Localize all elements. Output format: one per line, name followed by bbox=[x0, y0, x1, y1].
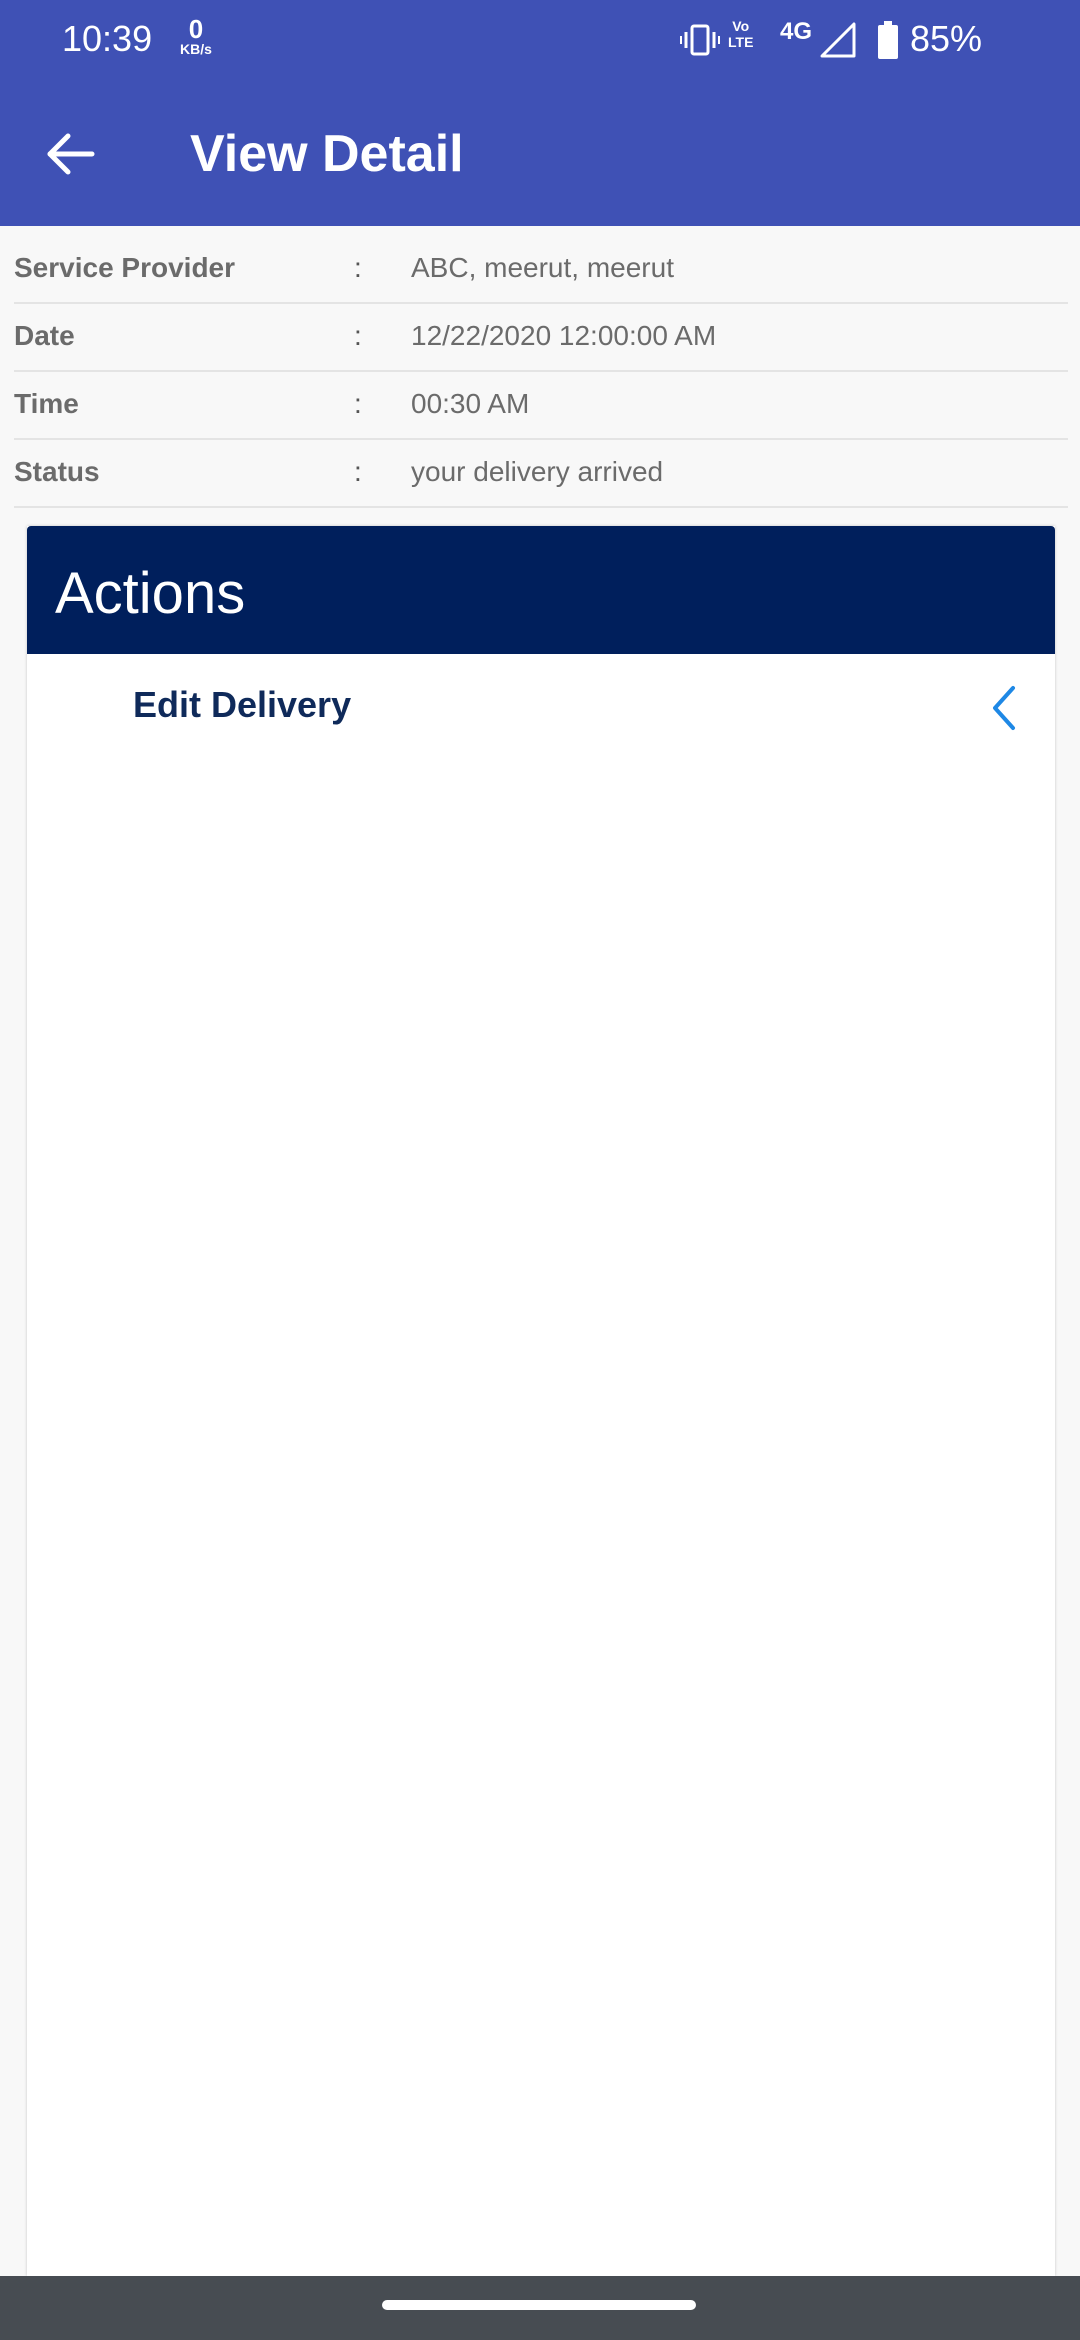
detail-value: your delivery arrived bbox=[411, 456, 664, 487]
actions-title: Actions bbox=[55, 561, 246, 626]
detail-separator: : bbox=[354, 252, 362, 283]
system-nav-bar bbox=[0, 2276, 1080, 2340]
edit-delivery-action[interactable]: Edit Delivery bbox=[27, 654, 1055, 764]
chevron-left-icon bbox=[993, 686, 1015, 730]
network-speed: 0 KB/s bbox=[176, 16, 216, 56]
battery-icon bbox=[878, 21, 898, 59]
actions-card: Actions Edit Delivery bbox=[27, 526, 1055, 2276]
detail-value: 12/22/2020 12:00:00 AM bbox=[411, 320, 717, 351]
volte-bottom: LTE bbox=[728, 34, 754, 50]
page-title: View Detail bbox=[190, 125, 464, 183]
network-speed-value: 0 bbox=[188, 14, 204, 44]
detail-value: ABC, meerut, meerut bbox=[411, 252, 674, 283]
status-icons: Vo LTE 4G 85% bbox=[680, 0, 1080, 82]
network-speed-unit: KB/s bbox=[180, 41, 212, 57]
edit-delivery-label: Edit Delivery bbox=[133, 684, 352, 725]
detail-separator: : bbox=[354, 456, 362, 487]
detail-label: Status bbox=[14, 456, 100, 487]
status-bar: 10:39 0 KB/s Vo LTE 4G 85% bbox=[0, 0, 1080, 82]
volte-top: Vo bbox=[732, 18, 750, 34]
detail-value: 00:30 AM bbox=[411, 388, 530, 419]
detail-row-service-provider: Service Provider : ABC, meerut, meerut bbox=[14, 234, 1068, 304]
network-type: 4G bbox=[780, 18, 813, 45]
vibrate-icon bbox=[680, 24, 720, 56]
detail-row-time: Time : 00:30 AM bbox=[14, 370, 1068, 440]
signal-icon bbox=[820, 22, 856, 58]
detail-row-date: Date : 12/22/2020 12:00:00 AM bbox=[14, 302, 1068, 372]
arrow-left-icon bbox=[47, 133, 95, 175]
detail-label: Date bbox=[14, 320, 75, 351]
status-time: 10:39 bbox=[62, 18, 153, 59]
home-gesture-handle[interactable] bbox=[382, 2300, 696, 2310]
detail-row-status: Status : your delivery arrived bbox=[14, 438, 1068, 508]
detail-label: Time bbox=[14, 388, 79, 419]
back-button[interactable] bbox=[38, 122, 102, 186]
detail-separator: : bbox=[354, 320, 362, 351]
battery-percent: 85% bbox=[910, 18, 983, 59]
actions-header: Actions bbox=[27, 526, 1055, 654]
detail-separator: : bbox=[354, 388, 362, 419]
app-bar: View Detail bbox=[0, 82, 1080, 226]
detail-label: Service Provider bbox=[14, 252, 236, 283]
volte-icon: Vo LTE bbox=[728, 18, 753, 50]
